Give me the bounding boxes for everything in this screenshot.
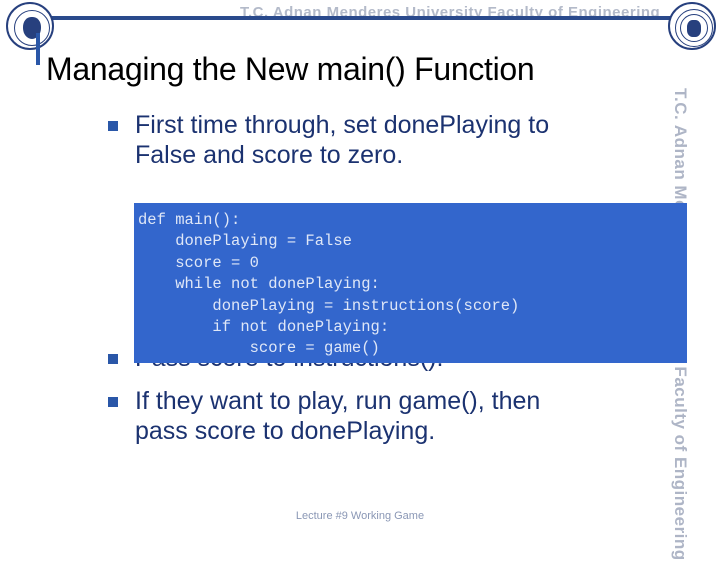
list-item-label: First time through, set donePlaying to F… — [135, 111, 550, 169]
page-title: Managing the New main() Function — [46, 51, 535, 88]
code-block: def main(): donePlaying = False score = … — [134, 203, 687, 363]
header-divider-rule — [37, 16, 685, 20]
adnan-menderes-university-seal-icon — [6, 2, 54, 50]
footer-note: Lecture #9 Working Game — [295, 510, 425, 522]
title-accent-bar — [36, 33, 40, 65]
square-bullet-icon — [108, 121, 118, 131]
square-bullet-icon — [108, 397, 118, 407]
square-bullet-icon — [108, 354, 118, 364]
code-block-text: def main(): donePlaying = False score = … — [138, 211, 520, 358]
list-item-label: If they want to play, run game(), then p… — [135, 387, 541, 445]
seal-crest-shape — [687, 20, 701, 37]
list-item: If they want to play, run game(), then p… — [0, 386, 720, 446]
list-item: First time through, set donePlaying to F… — [0, 110, 720, 170]
faculty-of-engineering-seal-icon — [668, 2, 716, 50]
